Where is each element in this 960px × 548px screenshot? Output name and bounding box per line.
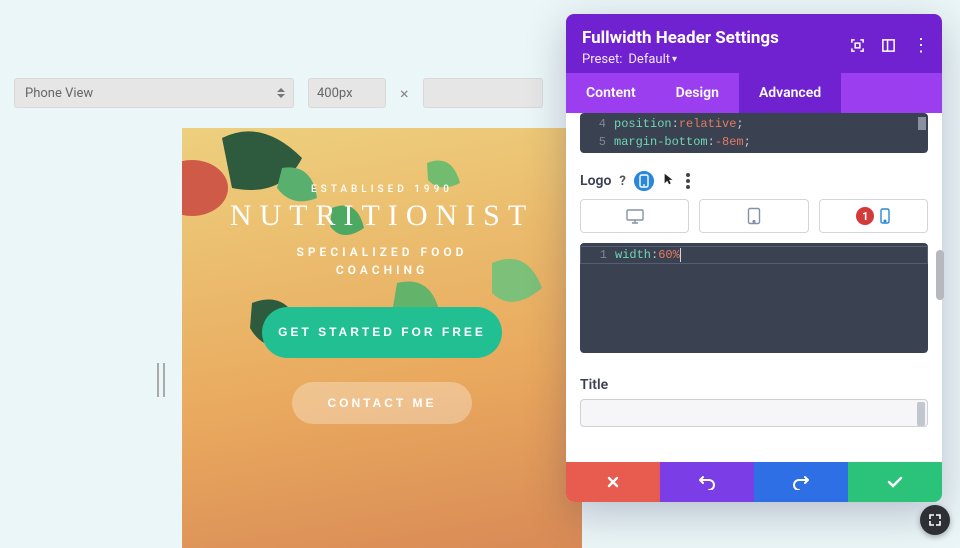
width-value: 400px — [317, 86, 353, 101]
text-cursor — [680, 248, 681, 262]
logo-options-icon[interactable] — [684, 171, 692, 191]
tab-advanced[interactable]: Advanced — [739, 73, 841, 113]
tab-content[interactable]: Content — [566, 73, 656, 113]
cta-primary-button[interactable]: GET STARTED FOR FREE — [262, 307, 502, 358]
device-desktop-button[interactable] — [580, 199, 689, 233]
panel-scrollbar[interactable] — [936, 250, 944, 300]
badge-number: 1 — [856, 207, 874, 225]
height-input[interactable] — [423, 78, 543, 108]
undo-button[interactable] — [660, 462, 754, 502]
title-section-label: Title — [566, 361, 942, 399]
discard-button[interactable] — [566, 462, 660, 502]
responsive-controls: Phone View 400px × — [14, 78, 543, 108]
view-select-label: Phone View — [25, 86, 93, 101]
hero-title: NUTRITIONIST — [230, 199, 534, 233]
redo-button[interactable] — [754, 462, 848, 502]
cta-secondary-button[interactable]: CONTACT ME — [292, 382, 472, 424]
view-select[interactable]: Phone View — [14, 78, 294, 108]
floating-expand-button[interactable] — [920, 505, 950, 535]
responsive-device-tabs: 1 — [580, 199, 928, 233]
hover-cursor-icon[interactable] — [662, 172, 676, 190]
panel-header[interactable]: Fullwidth Header Settings Preset: Defaul… — [566, 14, 942, 73]
phone-responsive-chip[interactable] — [634, 171, 654, 191]
settings-panel: Fullwidth Header Settings Preset: Defaul… — [566, 14, 942, 502]
width-input[interactable]: 400px — [308, 78, 386, 108]
logo-section-label: Logo — [580, 173, 611, 189]
device-tablet-button[interactable] — [699, 199, 808, 233]
preview-resize-handle[interactable] — [152, 360, 170, 400]
css-code-block-logo[interactable]: 1 width:60% — [580, 243, 928, 353]
hero-subhead: SPECIALIZED FOOD COACHING — [297, 243, 468, 279]
panel-tabs: Content Design Advanced — [566, 73, 942, 113]
phone-preview: ESTABLISED 1990 NUTRITIONIST SPECIALIZED… — [182, 128, 582, 548]
hero-eyebrow: ESTABLISED 1990 — [311, 184, 453, 195]
panel-footer — [566, 462, 942, 502]
logo-section-head: Logo ? — [566, 161, 942, 199]
panel-body: 4 position:relative; 5 margin-bottom:-8e… — [566, 113, 942, 462]
select-caret-icon — [277, 88, 285, 98]
hero-module[interactable]: ESTABLISED 1990 NUTRITIONIST SPECIALIZED… — [182, 128, 582, 548]
device-phone-button[interactable]: 1 — [819, 199, 928, 233]
save-button[interactable] — [848, 462, 942, 502]
tab-design[interactable]: Design — [656, 73, 739, 113]
expand-icon[interactable] — [850, 38, 865, 53]
help-icon[interactable]: ? — [619, 174, 625, 189]
code-scrollbar[interactable] — [918, 117, 926, 130]
snap-icon[interactable] — [881, 38, 896, 53]
panel-header-actions: ⋮ — [850, 38, 930, 53]
chevron-down-icon: ▾ — [672, 54, 677, 65]
title-css-input[interactable] — [580, 399, 928, 427]
css-code-block-main[interactable]: 4 position:relative; 5 margin-bottom:-8e… — [580, 113, 928, 153]
dimension-separator: × — [400, 84, 409, 103]
preset-selector[interactable]: Preset: Default ▾ — [582, 52, 926, 67]
